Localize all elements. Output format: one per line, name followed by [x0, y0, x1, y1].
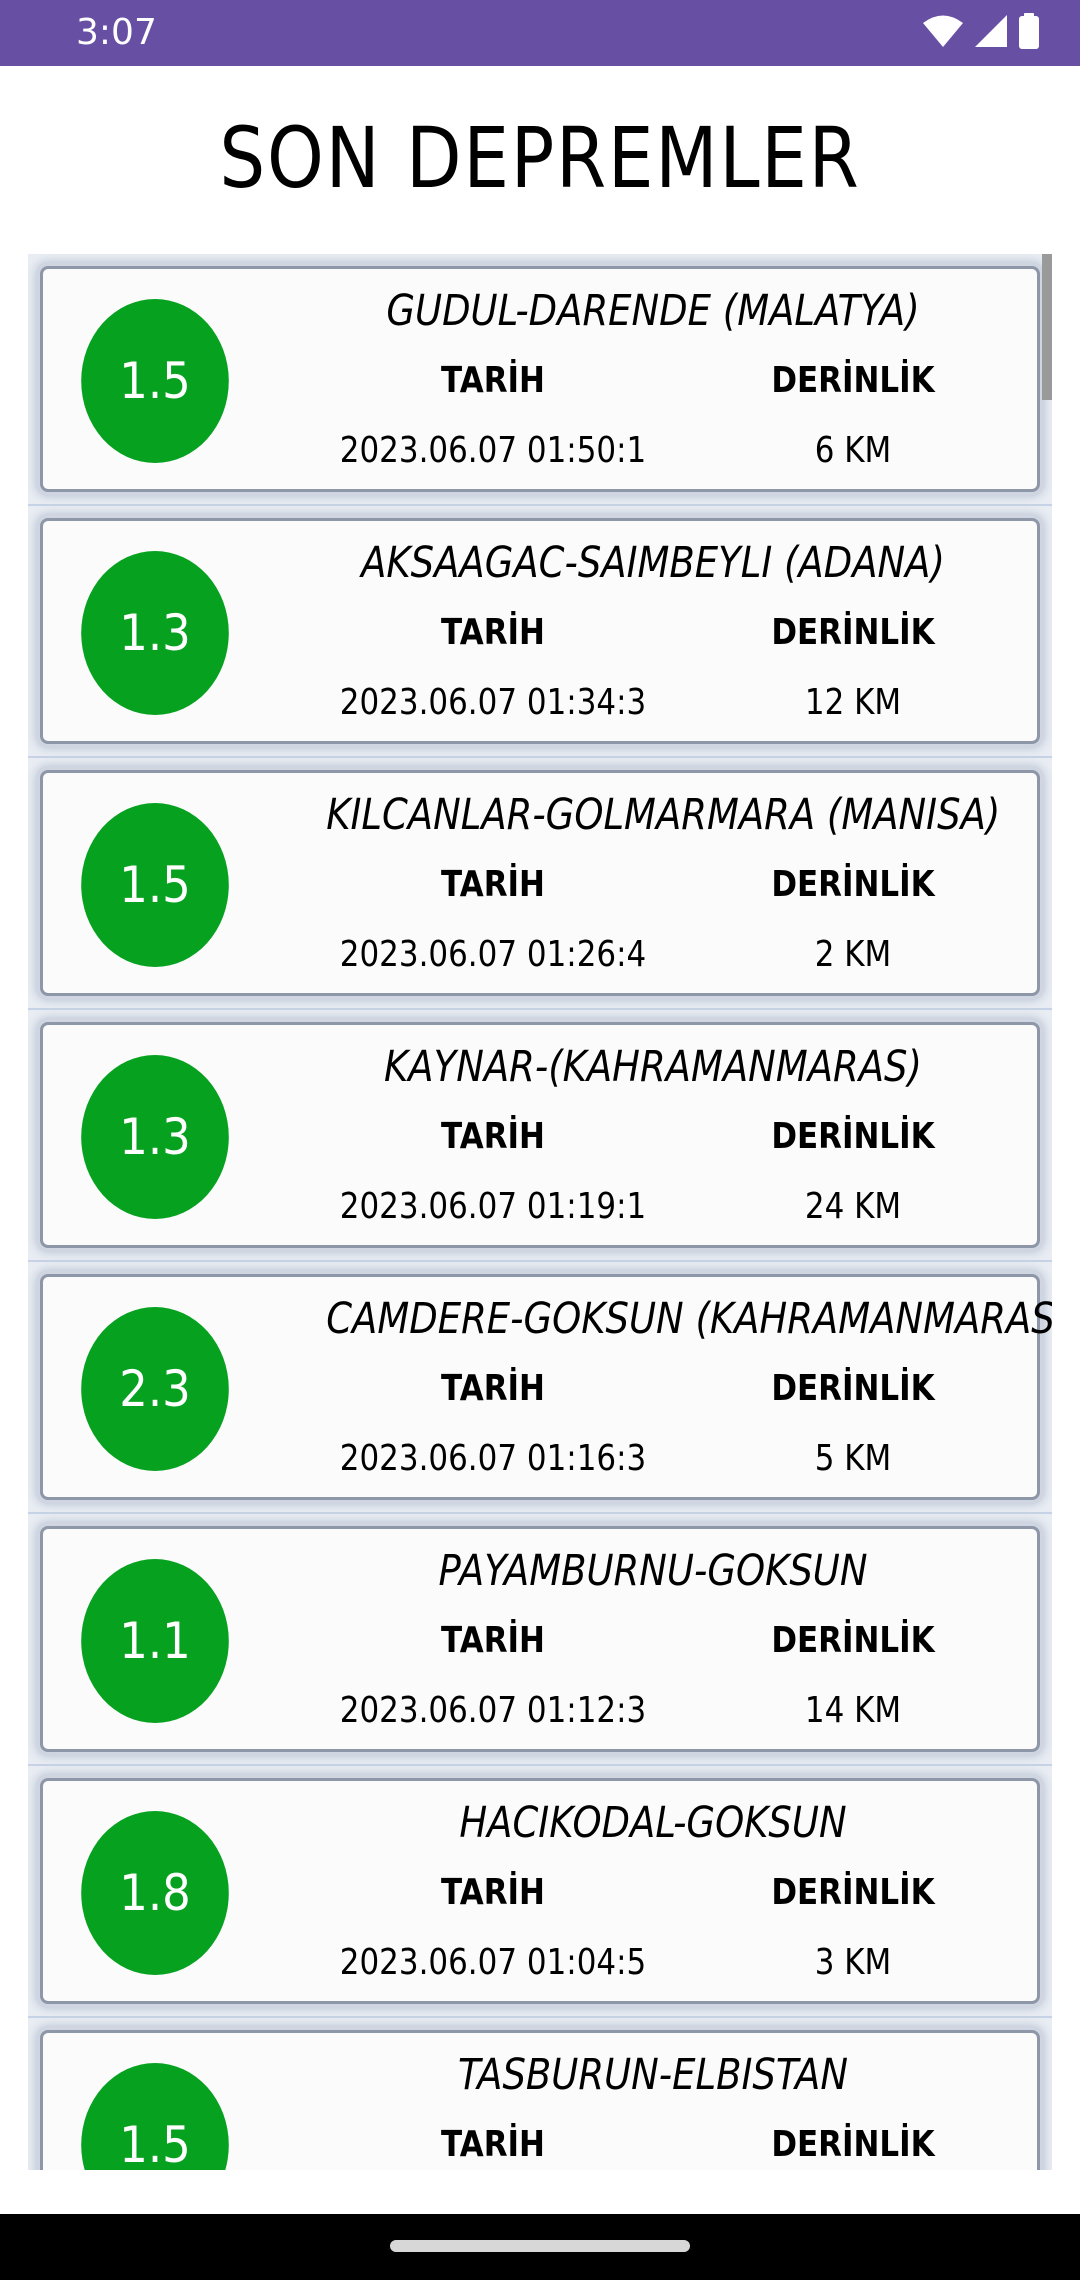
- list-item[interactable]: 1.8 HACIKODAL-GOKSUN TARİH DERİNLİK 2023…: [28, 1766, 1052, 2018]
- depth-value: 12 KM: [804, 682, 902, 723]
- date-value: 2023.06.07 01:26:4: [339, 934, 647, 975]
- depth-label: DERİNLİK: [771, 1368, 935, 1409]
- date-label: TARİH: [441, 360, 545, 401]
- earthquake-card[interactable]: 1.3 KAYNAR-(KAHRAMANMARAS) TARİH DERİNLİ…: [40, 1022, 1040, 1248]
- date-label: TARİH: [441, 1368, 545, 1409]
- magnitude-badge: 1.3: [81, 1055, 229, 1219]
- list-item[interactable]: 1.1 PAYAMBURNU-GOKSUN TARİH DERİNLİK 202…: [28, 1514, 1052, 1766]
- date-value: 2023.06.07 01:12:3: [339, 1690, 647, 1731]
- depth-value: 3 KM: [814, 1942, 892, 1983]
- list-item[interactable]: 1.5 KILCANLAR-GOLMARMARA (MANISA) TARİH …: [28, 758, 1052, 1010]
- magnitude-badge: 1.5: [81, 2063, 229, 2170]
- date-value: 2023.06.07 01:34:3: [339, 682, 647, 723]
- depth-label: DERİNLİK: [771, 864, 935, 905]
- depth-label: DERİNLİK: [771, 612, 935, 653]
- status-time: 3:07: [76, 12, 157, 53]
- earthquake-card[interactable]: 1.3 AKSAAGAC-SAIMBEYLI (ADANA) TARİH DER…: [40, 518, 1040, 744]
- date-label: TARİH: [441, 2124, 545, 2165]
- depth-label: DERİNLİK: [771, 360, 935, 401]
- list-item[interactable]: 1.3 KAYNAR-(KAHRAMANMARAS) TARİH DERİNLİ…: [28, 1010, 1052, 1262]
- location-label: KAYNAR-(KAHRAMANMARAS): [384, 1042, 922, 1092]
- earthquake-card[interactable]: 1.1 PAYAMBURNU-GOKSUN TARİH DERİNLİK 202…: [40, 1526, 1040, 1752]
- location-label: AKSAAGAC-SAIMBEYLI (ADANA): [361, 538, 945, 588]
- magnitude-badge: 2.3: [81, 1307, 229, 1471]
- depth-label: DERİNLİK: [771, 1116, 935, 1157]
- earthquake-card[interactable]: 1.5 TASBURUN-ELBISTAN TARİH DERİNLİK: [40, 2030, 1040, 2170]
- battery-icon: [1018, 13, 1040, 53]
- date-label: TARİH: [441, 1116, 545, 1157]
- list-item[interactable]: 1.3 AKSAAGAC-SAIMBEYLI (ADANA) TARİH DER…: [28, 506, 1052, 758]
- date-label: TARİH: [441, 1620, 545, 1661]
- depth-label: DERİNLİK: [771, 1872, 935, 1913]
- earthquake-card[interactable]: 1.5 GUDUL-DARENDE (MALATYA) TARİH DERİNL…: [40, 266, 1040, 492]
- depth-value: 24 KM: [804, 1186, 902, 1227]
- earthquake-list[interactable]: 1.5 GUDUL-DARENDE (MALATYA) TARİH DERİNL…: [28, 254, 1052, 2170]
- location-label: PAYAMBURNU-GOKSUN: [438, 1546, 868, 1596]
- date-label: TARİH: [441, 612, 545, 653]
- list-item[interactable]: 1.5 GUDUL-DARENDE (MALATYA) TARİH DERİNL…: [28, 254, 1052, 506]
- earthquake-card[interactable]: 2.3 CAMDERE-GOKSUN (KAHRAMANMARAS) TARİH…: [40, 1274, 1052, 1500]
- page-title: SON DEPREMLER: [219, 109, 861, 207]
- earthquake-card[interactable]: 1.5 KILCANLAR-GOLMARMARA (MANISA) TARİH …: [40, 770, 1040, 996]
- date-value: 2023.06.07 01:04:5: [339, 1942, 647, 1983]
- depth-label: DERİNLİK: [771, 1620, 935, 1661]
- magnitude-badge: 1.5: [81, 299, 229, 463]
- location-label: HACIKODAL-GOKSUN: [459, 1798, 847, 1848]
- wifi-icon: [922, 14, 964, 52]
- magnitude-badge: 1.1: [81, 1559, 229, 1723]
- status-bar: 3:07: [0, 0, 1080, 66]
- location-label: CAMDERE-GOKSUN (KAHRAMANMARAS): [326, 1294, 1052, 1344]
- date-value: 2023.06.07 01:50:1: [339, 430, 647, 471]
- earthquake-list-items: 1.5 GUDUL-DARENDE (MALATYA) TARİH DERİNL…: [28, 254, 1052, 2170]
- depth-label: DERİNLİK: [771, 2124, 935, 2165]
- navigation-bar: [0, 2214, 1080, 2280]
- location-label: TASBURUN-ELBISTAN: [457, 2050, 849, 2100]
- magnitude-badge: 1.3: [81, 551, 229, 715]
- date-label: TARİH: [441, 1872, 545, 1913]
- earthquake-card[interactable]: 1.8 HACIKODAL-GOKSUN TARİH DERİNLİK 2023…: [40, 1778, 1040, 2004]
- date-label: TARİH: [441, 864, 545, 905]
- list-item[interactable]: 1.5 TASBURUN-ELBISTAN TARİH DERİNLİK: [28, 2018, 1052, 2170]
- home-handle[interactable]: [390, 2240, 690, 2252]
- location-label: KILCANLAR-GOLMARMARA (MANISA): [326, 790, 1001, 840]
- date-value: 2023.06.07 01:16:3: [339, 1438, 647, 1479]
- depth-value: 6 KM: [814, 430, 892, 471]
- list-item[interactable]: 2.3 CAMDERE-GOKSUN (KAHRAMANMARAS) TARİH…: [28, 1262, 1052, 1514]
- scrollbar[interactable]: [1042, 254, 1052, 400]
- depth-value: 2 KM: [814, 934, 892, 975]
- magnitude-badge: 1.5: [81, 803, 229, 967]
- status-icons: [922, 13, 1040, 53]
- depth-value: 14 KM: [804, 1690, 902, 1731]
- date-value: 2023.06.07 01:19:1: [339, 1186, 647, 1227]
- depth-value: 5 KM: [814, 1438, 892, 1479]
- signal-icon: [974, 14, 1008, 52]
- location-label: GUDUL-DARENDE (MALATYA): [386, 286, 920, 336]
- magnitude-badge: 1.8: [81, 1811, 229, 1975]
